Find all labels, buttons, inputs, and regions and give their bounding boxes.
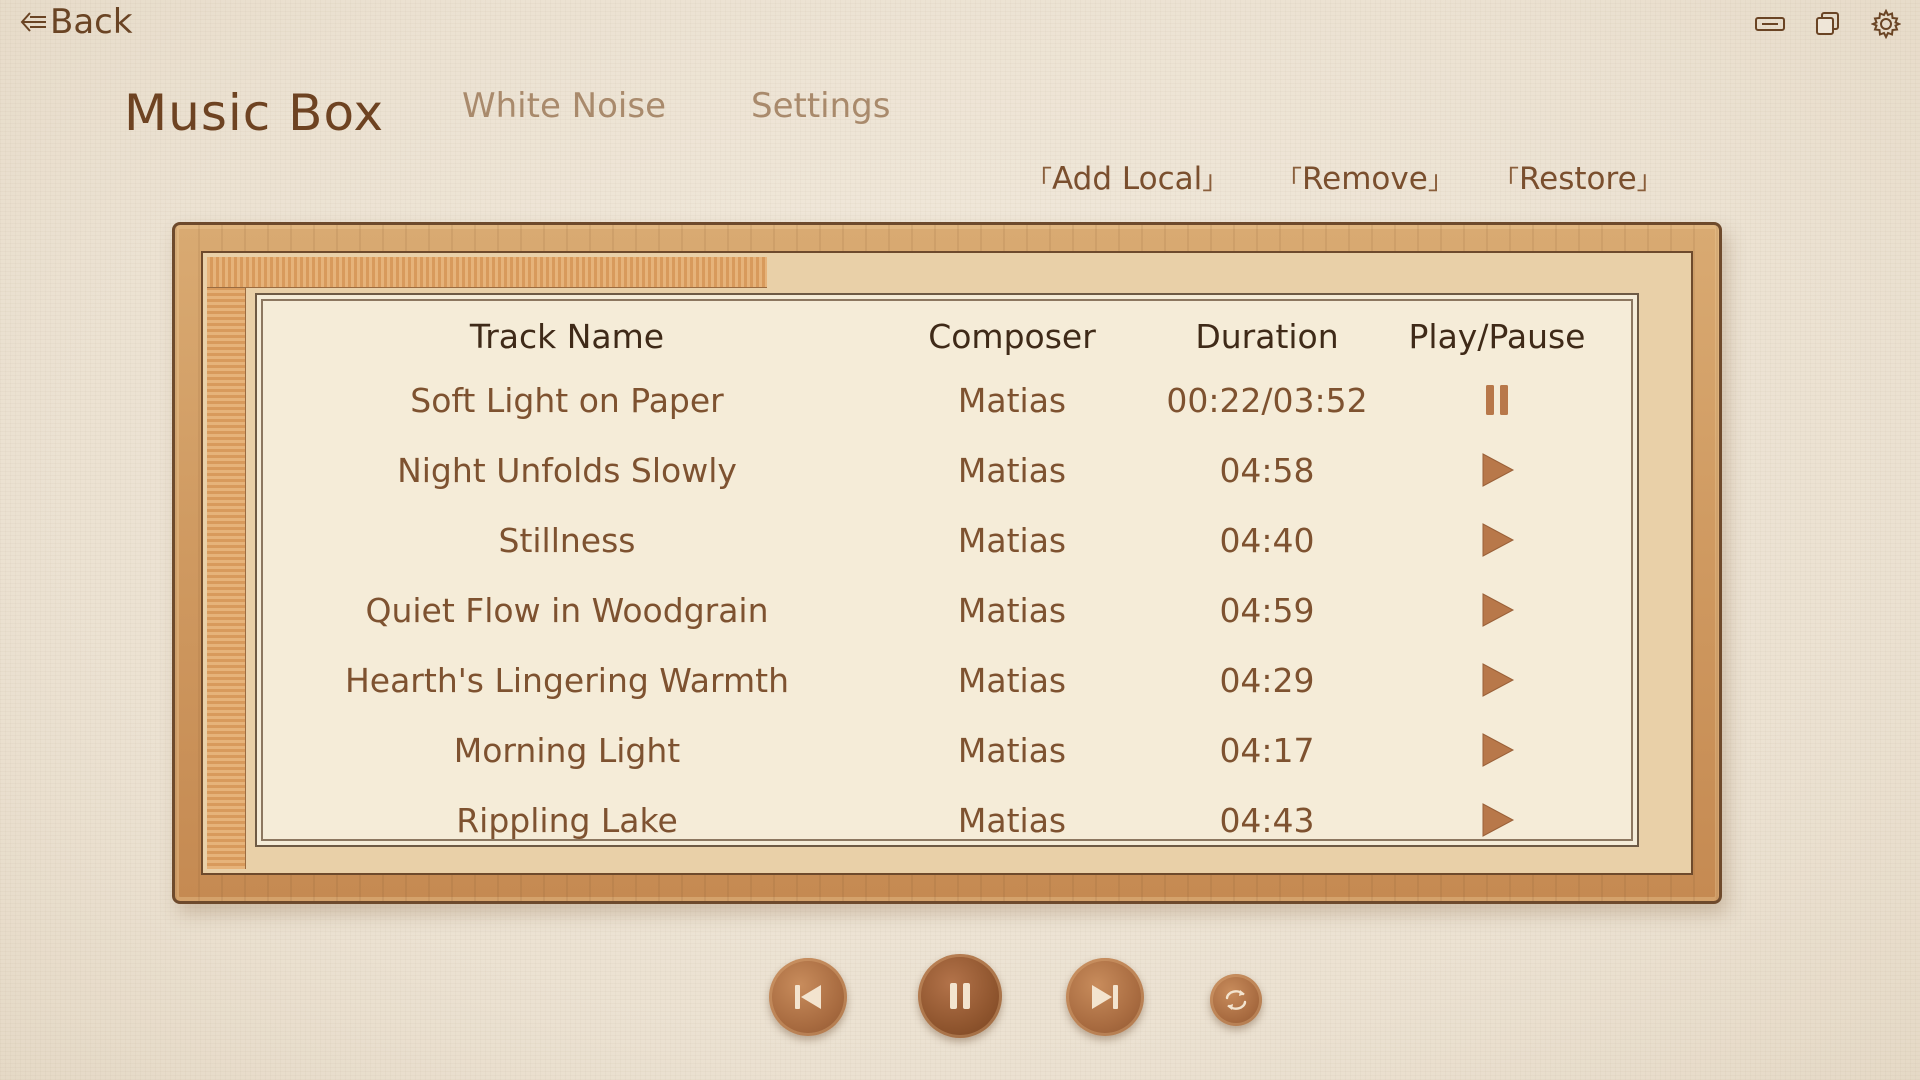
track-duration: 00:22/03:52 <box>1166 380 1368 420</box>
add-local-label: Add Local <box>1052 161 1203 197</box>
previous-track-icon <box>795 985 821 1009</box>
restore-icon <box>1816 12 1839 35</box>
bracket-open: 「 <box>1276 166 1303 196</box>
play-icon[interactable] <box>1477 520 1517 560</box>
play-pause-cell <box>1387 450 1607 490</box>
next-track-icon <box>1092 985 1118 1009</box>
minimize-button[interactable] <box>1754 8 1786 40</box>
play-icon[interactable] <box>1477 450 1517 490</box>
track-name: Soft Light on Paper <box>410 380 724 420</box>
play-icon[interactable] <box>1477 800 1517 840</box>
frame-stripe-top <box>207 257 767 288</box>
track-composer: Matias <box>957 590 1067 630</box>
track-composer: Matias <box>957 730 1067 770</box>
restore-window-button[interactable] <box>1812 8 1844 40</box>
track-list-frame: Track Name Composer Duration Play/Pause … <box>172 222 1722 904</box>
back-button[interactable]: Back <box>20 2 133 42</box>
next-track-button[interactable] <box>1066 958 1144 1036</box>
frame-stripe-left <box>207 257 246 869</box>
gear-icon <box>1871 9 1901 39</box>
restore-label: Restore <box>1519 161 1637 197</box>
bracket-close: 」 <box>1636 166 1663 196</box>
track-duration: 04:59 <box>1219 590 1315 630</box>
play-icon[interactable] <box>1477 660 1517 700</box>
play-pause-cell <box>1387 730 1607 770</box>
bracket-open: 「 <box>1493 166 1520 196</box>
table-row[interactable]: Hearth's Lingering Warmth Matias 04:29 <box>257 645 1637 715</box>
table-row[interactable]: Night Unfolds Slowly Matias 04:58 <box>257 435 1637 505</box>
play-icon[interactable] <box>1477 730 1517 770</box>
play-icon[interactable] <box>1477 590 1517 630</box>
remove-label: Remove <box>1302 161 1428 197</box>
pause-button[interactable] <box>918 954 1002 1038</box>
remove-button[interactable]: 「Remove」 <box>1276 160 1454 197</box>
pause-icon[interactable] <box>1477 380 1517 420</box>
previous-track-button[interactable] <box>769 958 847 1036</box>
track-table: Track Name Composer Duration Play/Pause … <box>257 295 1637 855</box>
table-row[interactable]: Rippling Lake Matias 04:43 <box>257 785 1637 855</box>
restore-button[interactable]: 「Restore」 <box>1493 160 1663 197</box>
table-row[interactable]: Stillness Matias 04:40 <box>257 505 1637 575</box>
play-pause-cell <box>1387 660 1607 700</box>
track-name: Quiet Flow in Woodgrain <box>365 590 769 630</box>
repeat-icon <box>1225 990 1247 1010</box>
table-row[interactable]: Soft Light on Paper Matias 00:22/03:52 <box>257 365 1637 435</box>
bracket-close: 」 <box>1202 166 1229 196</box>
minimize-icon <box>1755 17 1785 31</box>
transport-controls <box>0 954 1920 1044</box>
header-track-name: Track Name <box>469 316 665 356</box>
table-header-row: Track Name Composer Duration Play/Pause <box>257 307 1637 365</box>
track-composer: Matias <box>957 520 1067 560</box>
tab-white-noise[interactable]: White Noise <box>462 86 666 126</box>
bracket-close: 」 <box>1427 166 1454 196</box>
table-row[interactable]: Quiet Flow in Woodgrain Matias 04:59 <box>257 575 1637 645</box>
play-pause-cell <box>1387 520 1607 560</box>
tab-settings[interactable]: Settings <box>751 86 890 126</box>
track-table-panel: Track Name Composer Duration Play/Pause … <box>255 293 1639 847</box>
table-row[interactable]: Morning Light Matias 04:17 <box>257 715 1637 785</box>
header-play-pause: Play/Pause <box>1408 316 1586 356</box>
play-pause-cell <box>1387 380 1607 420</box>
track-name: Stillness <box>498 520 636 560</box>
track-name: Night Unfolds Slowly <box>397 450 737 490</box>
play-pause-cell <box>1387 590 1607 630</box>
track-name: Rippling Lake <box>456 800 678 840</box>
track-composer: Matias <box>957 660 1067 700</box>
track-duration: 04:29 <box>1219 660 1315 700</box>
repeat-button[interactable] <box>1210 974 1262 1026</box>
add-local-button[interactable]: 「Add Local」 <box>1026 160 1228 197</box>
window-controls <box>1754 8 1902 40</box>
bracket-open: 「 <box>1026 166 1053 196</box>
track-composer: Matias <box>957 380 1067 420</box>
track-duration: 04:40 <box>1219 520 1315 560</box>
header-duration: Duration <box>1195 316 1339 356</box>
track-duration: 04:43 <box>1219 800 1315 840</box>
track-composer: Matias <box>957 450 1067 490</box>
track-name: Morning Light <box>453 730 681 770</box>
settings-button[interactable] <box>1870 8 1902 40</box>
pause-icon <box>950 983 970 1009</box>
back-label: Back <box>50 2 133 42</box>
arrow-left-icon <box>20 12 46 32</box>
track-duration: 04:17 <box>1219 730 1315 770</box>
tab-music-box[interactable]: Music Box <box>124 84 384 142</box>
track-name: Hearth's Lingering Warmth <box>344 660 790 700</box>
header-composer: Composer <box>928 316 1096 356</box>
track-duration: 04:58 <box>1219 450 1315 490</box>
play-pause-cell <box>1387 800 1607 840</box>
track-composer: Matias <box>957 800 1067 840</box>
